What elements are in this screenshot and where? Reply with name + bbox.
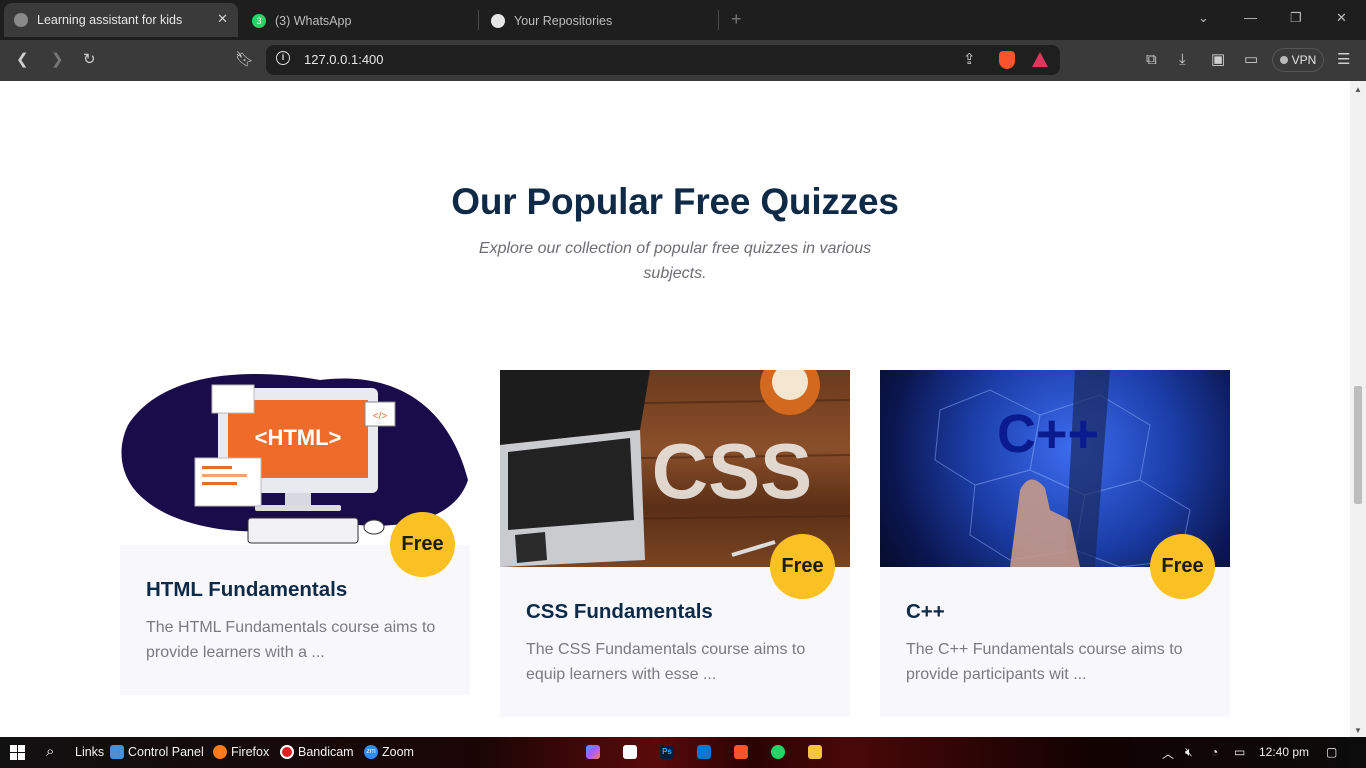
start-windows-icon[interactable]: [10, 745, 25, 760]
wallet-icon[interactable]: ▭: [1244, 51, 1258, 69]
copilot-app-icon[interactable]: [586, 745, 600, 759]
notifications-icon[interactable]: ▢: [1326, 745, 1337, 759]
brave-shield-icon[interactable]: [999, 51, 1015, 69]
address-bar[interactable]: i 127.0.0.1:400 ⇪: [266, 45, 1060, 75]
section-title: Our Popular Free Quizzes: [451, 181, 899, 222]
taskbar-zoom[interactable]: zm Zoom: [364, 745, 414, 759]
card-title[interactable]: C++: [906, 600, 945, 624]
taskbar-links[interactable]: Links: [75, 745, 104, 759]
tab-label: Your Repositories: [514, 14, 613, 28]
taskbar-label: Bandicam: [298, 745, 354, 759]
free-badge: Free: [390, 512, 455, 577]
card-description: The C++ Fundamentals course aims to prov…: [906, 641, 1183, 683]
bandicam-icon: [280, 745, 294, 759]
zoom-icon: zm: [364, 745, 378, 759]
free-badge: Free: [1150, 534, 1215, 599]
control-panel-icon: [110, 745, 124, 759]
forward-icon[interactable]: ❯: [51, 51, 64, 69]
new-tab-button[interactable]: +: [731, 9, 742, 30]
page-content: Our Popular Free Quizzes Explore our col…: [0, 81, 1350, 737]
search-icon[interactable]: ⌕: [46, 743, 54, 760]
section-subtitle: Explore our collection of popular free q…: [478, 240, 872, 282]
taskbar-label: Zoom: [382, 745, 414, 759]
vpn-button[interactable]: VPN: [1272, 48, 1324, 72]
tab-label: Learning assistant for kids: [37, 13, 183, 27]
close-icon[interactable]: ✕: [217, 11, 228, 27]
scroll-down-icon[interactable]: ▼: [1354, 726, 1362, 735]
tab-separator: [718, 10, 719, 30]
html-image-label: <HTML>: [255, 425, 342, 450]
scrollbar-thumb[interactable]: [1354, 386, 1362, 504]
browser-toolbar: ❮ ❯ ↻ 🔖︎ i 127.0.0.1:400 ⇪ ⧉ ⤓ ▣ ▭ VPN ☰: [0, 40, 1366, 81]
taskbar-label: Control Panel: [128, 745, 204, 759]
file-explorer-icon[interactable]: [808, 745, 822, 759]
brave-rewards-icon[interactable]: [1032, 52, 1048, 67]
capcut-app-icon[interactable]: [623, 745, 637, 759]
taskbar-control-panel[interactable]: Control Panel: [110, 745, 204, 759]
url-text[interactable]: 127.0.0.1:400: [304, 52, 384, 67]
vscode-app-icon[interactable]: [697, 745, 711, 759]
vpn-status-icon: [1279, 56, 1288, 64]
whatsapp-app-icon[interactable]: [771, 745, 785, 759]
card-description: The HTML Fundamentals course aims to pro…: [146, 619, 436, 661]
taskbar-bandicam[interactable]: Bandicam: [280, 745, 354, 759]
github-icon: [491, 14, 505, 28]
tray-chevron-icon[interactable]: ︿: [1162, 745, 1174, 762]
minimize-icon[interactable]: —: [1244, 10, 1257, 25]
menu-icon[interactable]: ☰: [1337, 51, 1350, 69]
battery-icon[interactable]: ▭: [1234, 745, 1245, 759]
sidebar-icon[interactable]: ▣: [1211, 51, 1225, 69]
quiz-card-css[interactable]: CSS Free CSS Fundamentals The CSS Fundam…: [500, 370, 850, 717]
vpn-label: VPN: [1291, 53, 1317, 67]
site-info-icon[interactable]: i: [276, 51, 290, 65]
css-image-label: CSS: [652, 427, 812, 515]
back-icon[interactable]: ❮: [16, 51, 29, 69]
scroll-up-icon[interactable]: ▲: [1354, 85, 1362, 94]
extensions-icon[interactable]: ⧉: [1146, 51, 1157, 69]
download-icon[interactable]: ⤓: [1179, 51, 1186, 69]
restore-icon[interactable]: ❐: [1290, 10, 1302, 26]
tab-whatsapp[interactable]: 3 (3) WhatsApp: [252, 6, 351, 36]
free-badge: Free: [770, 534, 835, 599]
share-icon[interactable]: ⇪: [963, 51, 976, 69]
tab-search-chevron-icon[interactable]: ⌄: [1198, 10, 1209, 26]
close-window-icon[interactable]: ✕: [1336, 10, 1347, 26]
whatsapp-icon: 3: [252, 14, 266, 28]
taskbar-label: Firefox: [231, 745, 270, 759]
tab-separator: [478, 10, 479, 30]
photoshop-app-icon[interactable]: Ps: [660, 745, 674, 759]
card-description: The CSS Fundamentals course aims to equi…: [526, 641, 806, 683]
quiz-card-cpp[interactable]: C++ Free C++ The C++ Fundamentals course…: [880, 370, 1230, 717]
taskbar-firefox[interactable]: Firefox: [213, 745, 269, 759]
tab-label: (3) WhatsApp: [275, 14, 352, 28]
windows-taskbar: ⌕ Links Control Panel Firefox Bandicam z…: [0, 737, 1366, 768]
cpp-image-label: C++: [997, 404, 1099, 464]
quiz-card-html[interactable]: <HTML> </> Free HTML Fundamentals The HT…: [120, 370, 470, 695]
tab-repositories[interactable]: Your Repositories: [491, 6, 612, 36]
globe-icon: [14, 13, 28, 27]
code-tag-text: </>: [373, 411, 388, 422]
reload-icon[interactable]: ↻: [83, 51, 96, 69]
volume-muted-icon[interactable]: 🔇︎: [1185, 745, 1193, 760]
bookmark-icon[interactable]: 🔖︎: [235, 51, 254, 69]
clock[interactable]: 12:40 pm: [1259, 745, 1309, 759]
wifi-icon[interactable]: ◔: [1211, 745, 1218, 759]
card-title[interactable]: CSS Fundamentals: [526, 600, 713, 624]
card-title[interactable]: HTML Fundamentals: [146, 578, 347, 602]
firefox-icon: [213, 745, 227, 759]
page-scrollbar[interactable]: ▲ ▼: [1350, 81, 1366, 737]
browser-tab-strip: Learning assistant for kids ✕ 3 (3) What…: [0, 0, 1366, 40]
brave-app-icon[interactable]: [734, 745, 748, 759]
tab-learning-assistant[interactable]: Learning assistant for kids ✕: [4, 3, 238, 37]
